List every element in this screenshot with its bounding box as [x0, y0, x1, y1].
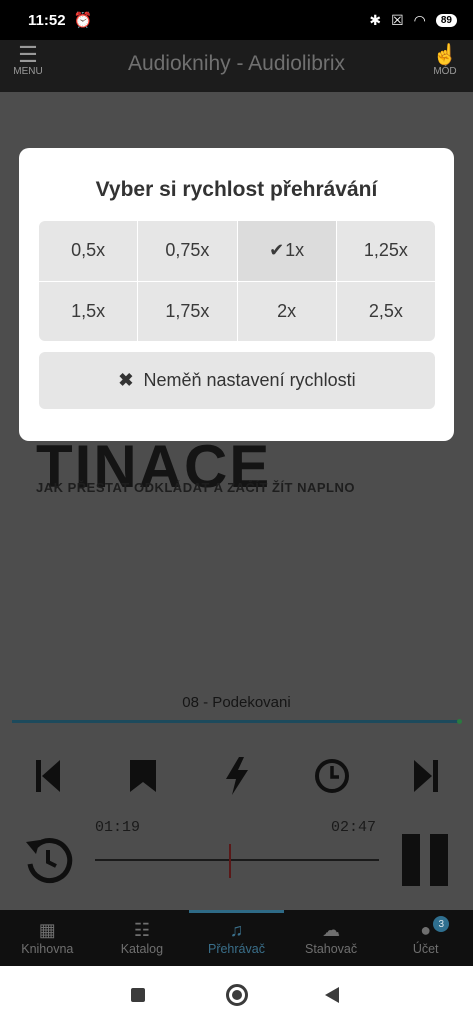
- app-title: Audioknihy - Audiolibrix: [127, 52, 346, 75]
- mode-label: MÓD: [433, 66, 457, 77]
- skip-next-icon[interactable]: [412, 758, 440, 794]
- skip-previous-icon[interactable]: [34, 758, 62, 794]
- track-name: 08 - Podekovani: [182, 694, 291, 711]
- home-icon[interactable]: [226, 984, 248, 1006]
- dialog-title: Vyber si rychlost přehrávání: [95, 178, 378, 201]
- alarm-icon: ⏰: [73, 12, 93, 29]
- nav-label: Stahovač: [305, 941, 358, 956]
- sim-icon: ☒: [391, 11, 404, 28]
- system-navigation-bar: [0, 966, 473, 1024]
- track-progress-dot: [457, 719, 462, 724]
- speed-option-2-5x[interactable]: 2,5x: [336, 281, 435, 341]
- hand-pointer-icon: ☝: [432, 44, 458, 66]
- wifi-icon: ◠: [413, 11, 426, 28]
- close-icon: ✖: [118, 370, 134, 390]
- pause-icon[interactable]: [398, 832, 452, 888]
- nav-label: Přehrávač: [207, 941, 265, 956]
- mode-button[interactable]: ☝ MÓD: [425, 44, 465, 77]
- cancel-speed-change-button[interactable]: ✖ Neměň nastavení rychlosti: [39, 352, 435, 409]
- playback-speed-dialog: Vyber si rychlost přehrávání 0,5x 0,75x …: [19, 148, 454, 441]
- speed-option-2x[interactable]: 2x: [237, 281, 336, 341]
- list-icon: ☷: [133, 919, 150, 940]
- status-bar: 11:52 ⏰ ✱ ☒ ◠ 89: [0, 0, 473, 40]
- nav-label: Účet: [412, 941, 439, 956]
- speed-option-0-75x[interactable]: 0,75x: [138, 221, 237, 281]
- nav-label: Knihovna: [21, 941, 74, 956]
- status-icons: ✱ ☒ ◠ 89: [369, 12, 457, 29]
- nav-item-stahovac[interactable]: ☁ Stahovač: [284, 910, 379, 966]
- speed-option-0-5x[interactable]: 0,5x: [39, 221, 138, 281]
- seek-bar[interactable]: [95, 859, 379, 861]
- sleep-timer-icon[interactable]: [314, 758, 350, 794]
- account-badge: 3: [433, 916, 450, 932]
- speed-option-1-75x[interactable]: 1,75x: [138, 281, 237, 341]
- total-time: 02:47: [331, 819, 377, 836]
- speed-option-1x-label: 1x: [285, 240, 305, 261]
- bookmark-icon[interactable]: [128, 758, 158, 794]
- bluetooth-icon: ✱: [369, 11, 382, 28]
- grid-icon: ▦: [38, 919, 56, 940]
- speed-option-1-25x[interactable]: 1,25x: [336, 221, 435, 281]
- nav-item-katalog[interactable]: ☷ Katalog: [95, 910, 190, 966]
- speed-option-1x[interactable]: ✔ 1x: [237, 221, 336, 281]
- track-progress-bar[interactable]: [12, 719, 462, 724]
- nav-item-knihovna[interactable]: ▦ Knihovna: [0, 910, 95, 966]
- bottom-navigation: ▦ Knihovna ☷ Katalog ♫ Přehrávač ☁ Staho…: [0, 910, 473, 966]
- nav-item-ucet[interactable]: ● 3 Účet: [378, 910, 473, 966]
- recent-apps-icon[interactable]: [131, 988, 145, 1002]
- cloud-download-icon: ☁: [322, 919, 341, 940]
- rewind-icon[interactable]: [22, 834, 74, 886]
- cover-subtitle: JAK PŘESTAT ODKLÁDAT A ZAČÍT ŽÍT NAPLNO: [36, 480, 355, 495]
- checkmark-icon: ✔: [269, 240, 285, 261]
- lightning-icon[interactable]: [224, 756, 250, 796]
- elapsed-time: 01:19: [95, 819, 141, 836]
- back-icon[interactable]: [325, 987, 339, 1003]
- app-bar: ☰ MENU Audioknihy - Audiolibrix ☝ MÓD: [0, 40, 473, 92]
- speed-option-1-5x[interactable]: 1,5x: [39, 281, 138, 341]
- music-note-icon: ♫: [229, 919, 244, 940]
- status-time: 11:52: [28, 11, 66, 29]
- speed-options: 0,5x 0,75x ✔ 1x 1,25x 1,5x 1,75x 2x 2,5x: [39, 221, 435, 341]
- battery-icon: 89: [435, 13, 457, 27]
- user-icon: ●: [420, 919, 432, 940]
- nav-item-prehravac[interactable]: ♫ Přehrávač: [189, 910, 284, 966]
- nav-label: Katalog: [120, 941, 164, 956]
- seek-thumb[interactable]: [229, 844, 231, 878]
- cancel-label: Neměň nastavení rychlosti: [143, 370, 356, 390]
